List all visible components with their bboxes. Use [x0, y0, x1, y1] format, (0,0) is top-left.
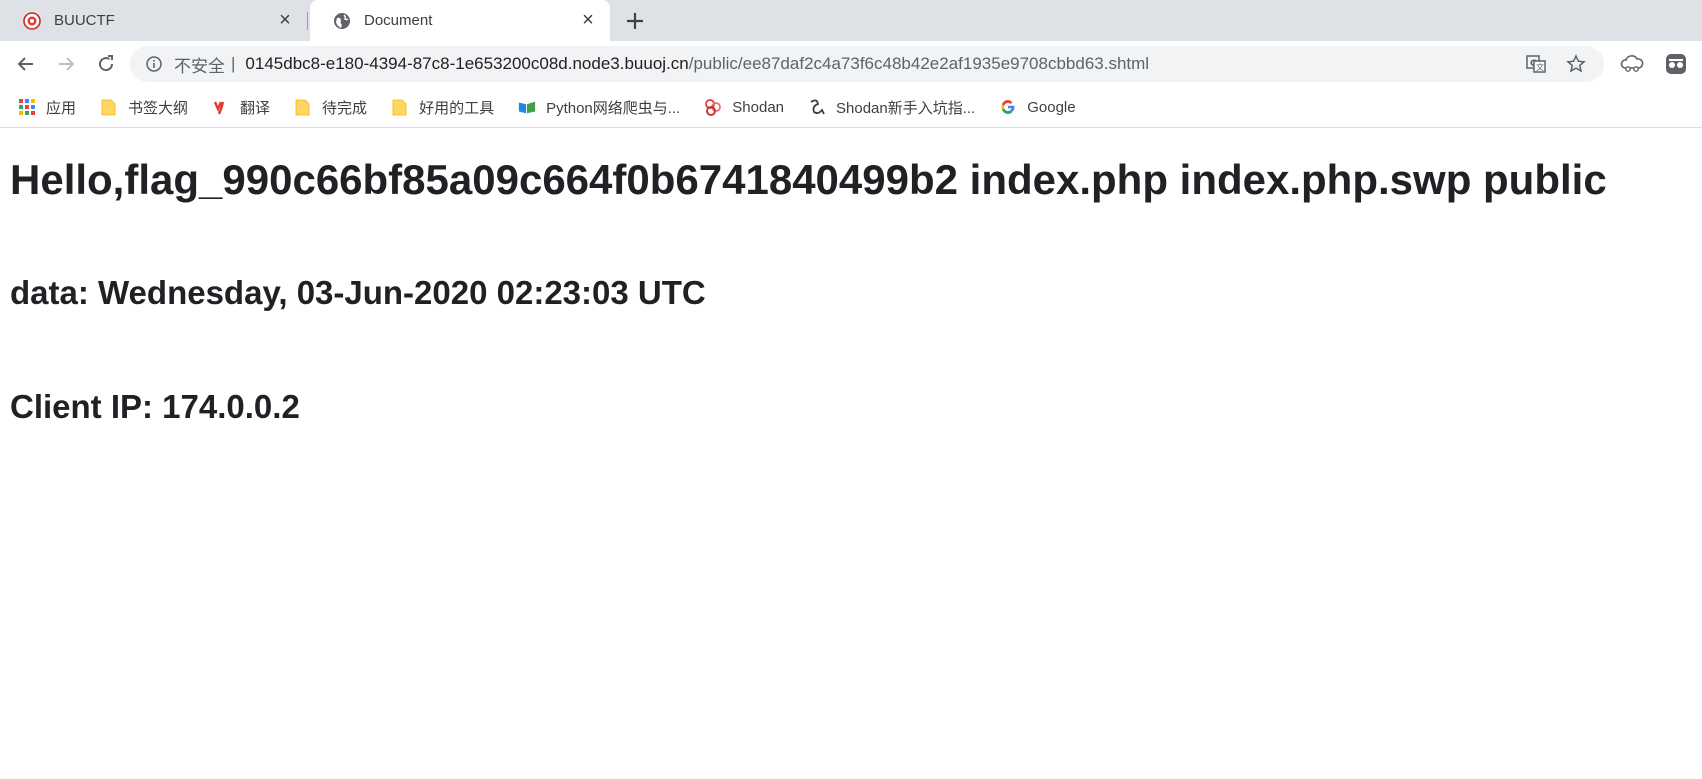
buuctf-logo-icon [22, 11, 42, 31]
svg-text:文: 文 [1536, 62, 1544, 72]
url-host: 0145dbc8-e180-4394-87c8-1e653200c08d.nod… [245, 54, 689, 73]
page-content: Hello,flag_990c66bf85a09c664f0b674184049… [0, 128, 1702, 426]
back-button[interactable] [6, 44, 46, 84]
info-icon[interactable] [144, 54, 164, 74]
tab-title: Document [364, 12, 433, 29]
tab-separator [307, 12, 308, 30]
bookmark-star-icon[interactable] [1562, 50, 1590, 78]
youdao-icon [212, 98, 230, 116]
client-ip-line: Client IP: 174.0.0.2 [10, 388, 300, 425]
folder-icon [294, 98, 312, 116]
tab-strip: BUUCTF × Document × [0, 0, 1702, 41]
url-path: /public/ee87daf2c4a73f6c48b42e2af1935e97… [688, 54, 1150, 73]
bookmark-label: Google [1027, 98, 1076, 116]
profile-avatar-icon[interactable] [1658, 46, 1694, 82]
bookmark-apps[interactable]: 应用 [18, 97, 76, 118]
hello-flag-heading: Hello,flag_990c66bf85a09c664f0b674184049… [10, 156, 1607, 203]
new-tab-button[interactable] [620, 6, 650, 36]
bookmark-shodan-guide[interactable]: Shodan新手入坑指... [808, 97, 975, 118]
bookmark-label: 好用的工具 [419, 99, 495, 117]
extension-cloud-icon[interactable] [1614, 46, 1650, 82]
bookmark-folder-todo[interactable]: 待完成 [294, 97, 367, 118]
bookmark-python-crawler[interactable]: Python网络爬虫与... [518, 97, 680, 118]
apps-grid-icon [18, 98, 36, 116]
bookmark-label: Shodan [732, 98, 784, 116]
bookmark-folder-tools[interactable]: 好用的工具 [391, 97, 494, 118]
bookmark-translate[interactable]: 翻译 [212, 97, 270, 118]
shodan-guide-icon [808, 98, 826, 116]
close-tab-icon[interactable]: × [275, 9, 295, 31]
forward-arrow-icon [59, 57, 75, 71]
bookmark-label: Python网络爬虫与... [546, 99, 681, 117]
bookmark-label: 应用 [46, 99, 77, 117]
back-arrow-icon [17, 57, 33, 71]
globe-icon [332, 11, 352, 31]
bookmark-shodan[interactable]: Shodan [704, 98, 784, 116]
bookmark-label: Shodan新手入坑指... [836, 99, 976, 117]
reload-button[interactable] [86, 44, 126, 84]
tab-document[interactable]: Document × [310, 0, 610, 41]
bookmark-label: 待完成 [322, 99, 368, 117]
forward-button[interactable] [46, 44, 86, 84]
folder-icon [100, 98, 118, 116]
tab-title: BUUCTF [54, 12, 115, 29]
browser-toolbar: 不安全 | 0145dbc8-e180-4394-87c8-1e653200c0… [0, 41, 1702, 87]
shodan-icon [704, 98, 722, 116]
bookmarks-bar: 应用 书签大纲 翻译 待完成 好用的工具 Python网络爬虫与... Shod… [0, 87, 1702, 128]
google-icon [999, 98, 1017, 116]
bookmark-label: 翻译 [240, 99, 271, 117]
tab-buuctf[interactable]: BUUCTF × [0, 0, 307, 41]
reload-icon [99, 55, 114, 72]
not-secure-label[interactable]: 不安全 [174, 52, 225, 77]
folder-icon [391, 98, 409, 116]
bookmark-folder-outline[interactable]: 书签大纲 [100, 97, 188, 118]
address-bar[interactable]: 不安全 | 0145dbc8-e180-4394-87c8-1e653200c0… [130, 46, 1604, 82]
book-icon [518, 98, 536, 116]
translate-icon[interactable]: G文 [1522, 50, 1550, 78]
date-line: data: Wednesday, 03-Jun-2020 02:23:03 UT… [10, 274, 706, 311]
close-tab-icon[interactable]: × [578, 9, 598, 31]
security-separator: | [231, 54, 236, 73]
bookmark-google[interactable]: Google [999, 98, 1076, 116]
bookmark-label: 书签大纲 [128, 99, 189, 117]
